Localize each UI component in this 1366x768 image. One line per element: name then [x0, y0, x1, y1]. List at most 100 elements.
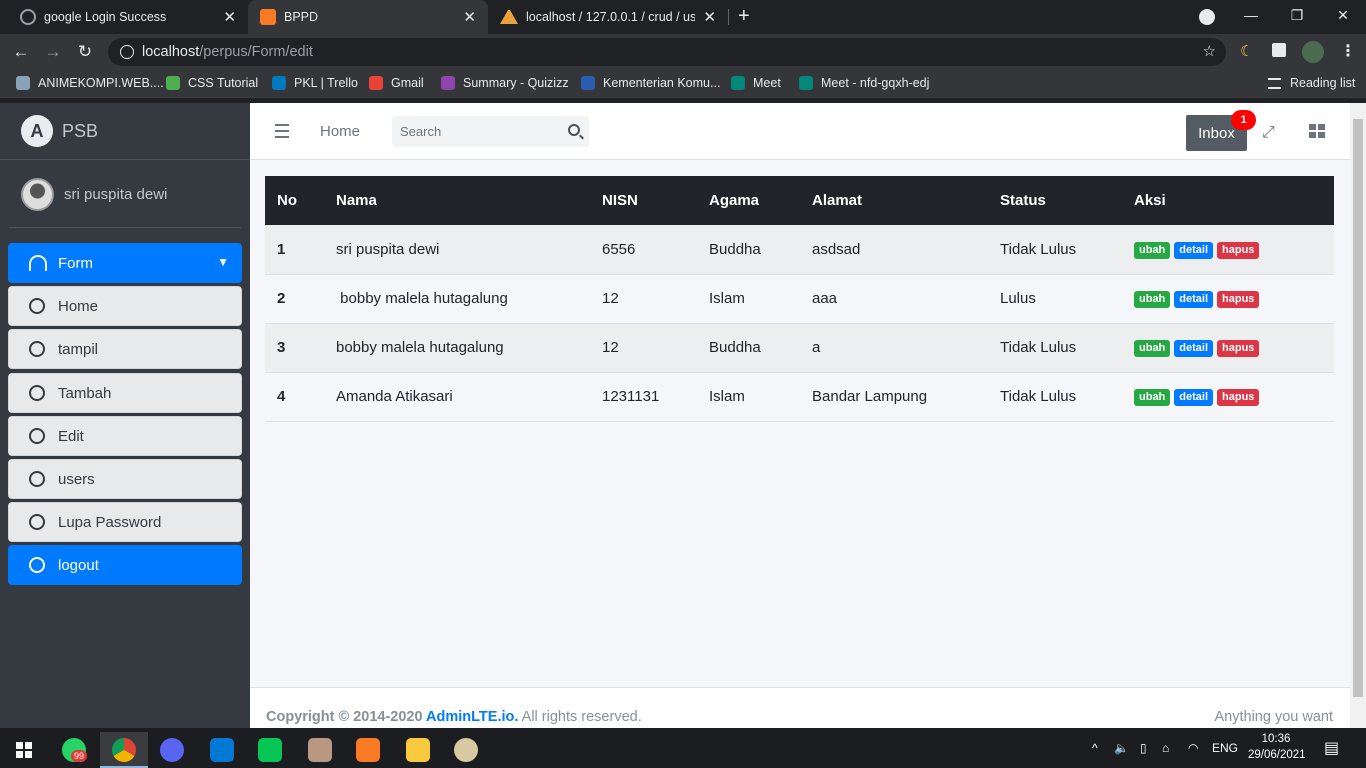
new-tab-button[interactable]: +	[738, 5, 750, 28]
reload-icon[interactable]: ↻	[72, 39, 98, 65]
bookmark-quizizz[interactable]: Summary - Quizizz	[441, 76, 569, 90]
sidebar-item-form[interactable]: Form ▼	[8, 243, 242, 283]
bookmark-css-tutorial[interactable]: CSS Tutorial	[166, 76, 258, 90]
hapus-button[interactable]: hapus	[1217, 340, 1260, 357]
search-input[interactable]	[392, 124, 552, 139]
table-row: 1 sri puspita dewi 6556 Buddha asdsad Ti…	[265, 225, 1334, 274]
sidebar-item-label: tampil	[58, 340, 99, 358]
column-header: Nama	[336, 192, 377, 209]
close-window-icon[interactable]: ✕	[1320, 0, 1366, 30]
chrome-icon[interactable]	[100, 732, 148, 768]
detail-button[interactable]: detail	[1174, 340, 1214, 357]
ubah-button[interactable]: ubah	[1134, 291, 1171, 308]
paint-icon[interactable]	[442, 732, 490, 768]
close-tab-icon[interactable]: ✕	[223, 8, 236, 26]
bookmark-label: Meet - nfd-gqxh-edj	[821, 76, 930, 90]
hapus-button[interactable]: hapus	[1217, 241, 1260, 259]
extensions-icon[interactable]	[1272, 43, 1286, 57]
adminlte-link[interactable]: AdminLTE.io.	[426, 709, 518, 725]
bookmark-trello[interactable]: PKL | Trello	[272, 76, 358, 90]
bookmark-favicon-icon	[272, 76, 286, 90]
bookmark-meet-code[interactable]: Meet - nfd-gqxh-edj	[799, 76, 929, 90]
info-icon[interactable]	[120, 45, 134, 59]
close-tab-icon[interactable]: ✕	[703, 8, 716, 26]
game-app-icon[interactable]	[296, 732, 344, 768]
ubah-button[interactable]: ubah	[1134, 340, 1171, 357]
detail-button[interactable]: detail	[1174, 389, 1214, 406]
hapus-button[interactable]: hapus	[1217, 389, 1260, 406]
bookmark-meet[interactable]: Meet	[731, 76, 781, 90]
bookmark-kementerian[interactable]: Kementerian Komu...	[581, 76, 720, 90]
table-row: 4 Amanda Atikasari 1231131 Islam Bandar …	[265, 372, 1334, 421]
sidebar-item-lupa-password[interactable]: Lupa Password	[8, 502, 242, 542]
close-tab-icon[interactable]: ✕	[463, 8, 476, 26]
discord-icon[interactable]	[148, 732, 196, 768]
nav-home-link[interactable]: Home	[320, 123, 360, 140]
tab-title: BPPD	[284, 10, 319, 24]
cell-status: Tidak Lulus	[1000, 339, 1077, 356]
profile-avatar[interactable]	[1302, 41, 1324, 63]
control-sidebar-grid-icon[interactable]	[1309, 124, 1325, 138]
cell-nama: bobby malela hutagalung	[336, 290, 508, 307]
scrollbar-thumb[interactable]	[1353, 119, 1363, 697]
tab-title: google Login Success	[44, 10, 167, 24]
detail-button[interactable]: detail	[1174, 291, 1214, 308]
sidebar-item-edit[interactable]: Edit	[8, 416, 242, 456]
tab-google-login[interactable]: google Login Success ✕	[8, 0, 248, 34]
tab-phpmyadmin[interactable]: localhost / 127.0.0.1 / crud / user ✕	[488, 0, 728, 34]
tab-search-icon[interactable]	[1199, 9, 1215, 25]
file-explorer-icon[interactable]	[394, 732, 442, 768]
detail-button[interactable]: detail	[1174, 241, 1214, 259]
sidebar-item-logout[interactable]: logout	[8, 545, 242, 585]
sidebar-item-tambah[interactable]: Tambah	[8, 373, 242, 413]
windows-start-icon[interactable]	[0, 732, 48, 768]
cell-alamat: a	[812, 339, 821, 356]
notification-badge: 1	[1231, 110, 1256, 130]
bookmark-label: CSS Tutorial	[188, 76, 259, 90]
cell-agama: Buddha	[709, 339, 761, 356]
show-hidden-icons-chevron-icon[interactable]: ^	[1092, 728, 1098, 768]
restore-icon[interactable]: ❐	[1274, 0, 1320, 30]
hapus-button[interactable]: hapus	[1217, 291, 1260, 308]
battery-icon[interactable]: ▯	[1140, 728, 1147, 768]
back-icon[interactable]: ←	[8, 39, 34, 65]
reading-list-button[interactable]: Reading list	[1268, 76, 1355, 90]
column-header: Status	[1000, 192, 1046, 209]
line-icon[interactable]	[246, 732, 294, 768]
forward-icon[interactable]: →	[40, 39, 66, 65]
bookmark-animekompi[interactable]: ANIMEKOMPI.WEB....	[16, 76, 164, 90]
menu-kebab-icon[interactable]: ⋮	[1340, 41, 1356, 61]
moon-extension-icon[interactable]: ☾	[1240, 42, 1253, 60]
fullscreen-expand-icon[interactable]: ⤢	[1262, 124, 1275, 142]
ubah-button[interactable]: ubah	[1134, 241, 1171, 259]
ubah-button[interactable]: ubah	[1134, 389, 1171, 406]
sidebar-item-users[interactable]: users	[8, 459, 242, 499]
hamburger-menu-icon[interactable]	[275, 124, 289, 142]
cell-alamat: asdsad	[812, 240, 861, 258]
page-scrollbar[interactable]	[1350, 103, 1366, 728]
tab-bppd[interactable]: BPPD ✕	[248, 0, 488, 34]
copyright-text: Copyright © 2014-2020 AdminLTE.io. All r…	[266, 709, 642, 725]
xampp-icon[interactable]	[344, 732, 392, 768]
minimize-icon[interactable]: —	[1228, 0, 1274, 30]
notifications-icon[interactable]: ▤	[1324, 728, 1339, 768]
user-panel[interactable]: sri puspita dewi	[0, 160, 250, 228]
sidebar-item-home[interactable]: Home	[8, 286, 242, 326]
wifi-icon[interactable]: ◠	[1188, 728, 1198, 768]
browser-tab-bar: google Login Success ✕ BPPD ✕ localhost …	[0, 0, 1366, 34]
language-indicator[interactable]: ENG	[1212, 728, 1238, 768]
system-clock[interactable]: 10:36 29/06/2021	[1248, 731, 1306, 763]
bookmark-label: Kementerian Komu...	[603, 76, 721, 90]
sidebar-item-tampil[interactable]: tampil	[8, 329, 242, 369]
bookmark-star-icon[interactable]: ☆	[1203, 42, 1216, 60]
vscode-icon[interactable]	[198, 732, 246, 768]
whatsapp-icon[interactable]: 99	[50, 732, 98, 768]
network-icon[interactable]: ⌂	[1162, 728, 1169, 768]
table-row: 2 bobby malela hutagalung 12 Islam aaa L…	[265, 274, 1334, 323]
volume-icon[interactable]: 🔈	[1114, 728, 1129, 768]
address-bar[interactable]: localhost/perpus/Form/edit ☆	[108, 38, 1226, 66]
bookmark-gmail[interactable]: Gmail	[369, 76, 424, 90]
brand-link[interactable]: A PSB	[0, 103, 250, 160]
search-icon[interactable]	[568, 124, 580, 136]
bookmark-label: Summary - Quizizz	[463, 76, 569, 90]
